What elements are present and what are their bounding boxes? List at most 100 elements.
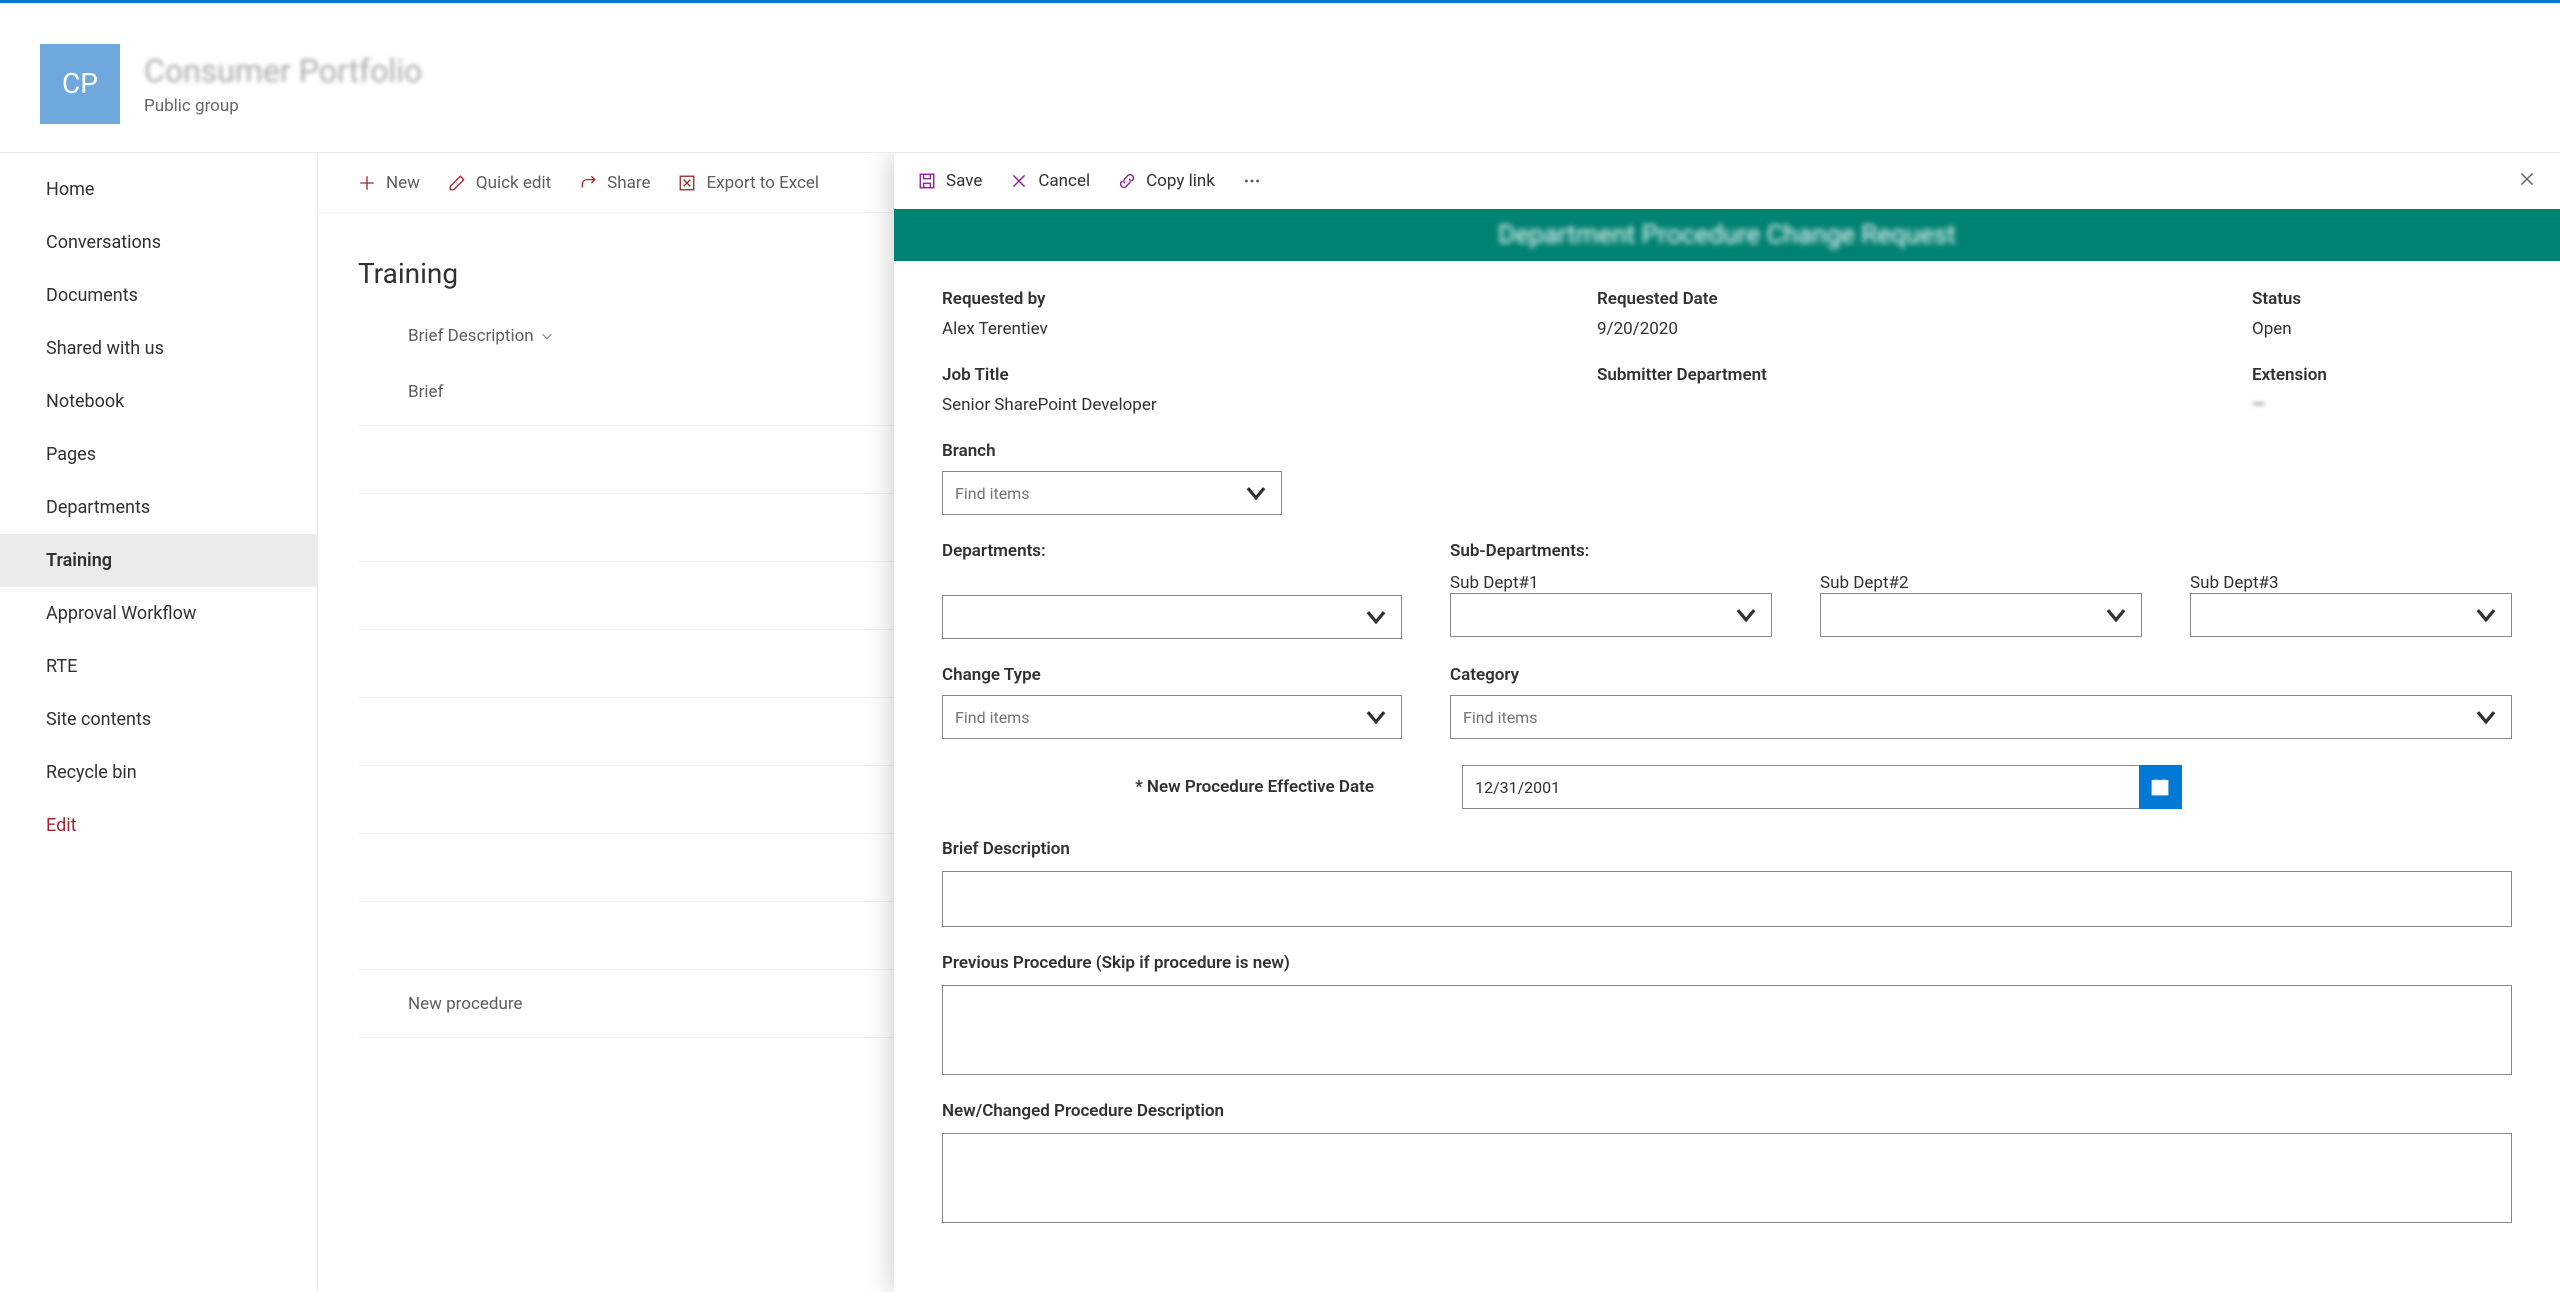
category-input[interactable] — [1463, 708, 2473, 727]
sub3-input[interactable] — [2203, 606, 2473, 625]
save-button[interactable]: Save — [918, 171, 982, 191]
more-button[interactable] — [1243, 172, 1261, 190]
sub3-label: Sub Dept#3 — [2190, 573, 2279, 593]
chevron-down-icon — [2103, 602, 2129, 628]
cancel-button[interactable]: Cancel — [1010, 171, 1090, 191]
chevron-down-icon — [540, 329, 554, 343]
submitter-dept-label: Submitter Department — [1597, 365, 2204, 385]
prev-proc-label: Previous Procedure (Skip if procedure is… — [942, 953, 2512, 973]
link-icon — [1118, 172, 1136, 190]
nav-rte[interactable]: RTE — [0, 640, 317, 693]
copy-link-button[interactable]: Copy link — [1118, 171, 1215, 191]
requested-date-label: Requested Date — [1597, 289, 2204, 309]
copy-label: Copy link — [1146, 171, 1215, 191]
requested-by-value: Alex Terentiev — [942, 319, 1549, 339]
nav-home[interactable]: Home — [0, 163, 317, 216]
panel-toolbar: Save Cancel Copy link — [894, 153, 2560, 209]
pencil-icon — [448, 174, 466, 192]
nav-approval[interactable]: Approval Workflow — [0, 587, 317, 640]
row-brief: New procedure — [408, 994, 522, 1014]
brief-desc-input[interactable] — [942, 871, 2512, 927]
excel-icon — [678, 174, 696, 192]
nav-documents[interactable]: Documents — [0, 269, 317, 322]
calendar-icon — [2150, 777, 2170, 797]
job-title-value: Senior SharePoint Developer — [942, 395, 1549, 415]
departments-label: Departments: — [942, 541, 1402, 561]
effective-date-label: * New Procedure Effective Date — [942, 777, 1402, 797]
nav-departments[interactable]: Departments — [0, 481, 317, 534]
requested-date-value: 9/20/2020 — [1597, 319, 2204, 339]
new-proc-input[interactable] — [942, 1133, 2512, 1223]
status-label: Status — [2252, 289, 2512, 309]
sub2-label: Sub Dept#2 — [1820, 573, 1909, 593]
quick-edit-button[interactable]: Quick edit — [448, 173, 551, 193]
sub1-input[interactable] — [1463, 606, 1733, 625]
nav-conversations[interactable]: Conversations — [0, 216, 317, 269]
category-label: Category — [1450, 665, 2512, 685]
export-button[interactable]: Export to Excel — [678, 173, 819, 193]
site-logo: CP — [40, 44, 120, 124]
change-type-combo[interactable] — [942, 695, 1402, 739]
new-label: New — [386, 173, 420, 193]
chevron-down-icon — [1243, 480, 1269, 506]
departments-input[interactable] — [955, 608, 1363, 627]
chevron-down-icon — [1363, 704, 1389, 730]
nav-shared[interactable]: Shared with us — [0, 322, 317, 375]
chevron-down-icon — [1733, 602, 1759, 628]
col-brief-label: Brief Description — [408, 326, 534, 346]
x-icon — [2518, 170, 2536, 188]
nav-notebook[interactable]: Notebook — [0, 375, 317, 428]
more-icon — [1243, 172, 1261, 190]
branch-combo[interactable] — [942, 471, 1282, 515]
branch-label: Branch — [942, 441, 2512, 461]
sub1-label: Sub Dept#1 — [1450, 573, 1539, 593]
branch-input[interactable] — [955, 484, 1243, 503]
extension-value: — — [2252, 395, 2512, 415]
site-subtitle: Public group — [144, 96, 422, 116]
quick-edit-label: Quick edit — [476, 173, 551, 193]
departments-combo[interactable] — [942, 595, 1402, 639]
change-type-label: Change Type — [942, 665, 1402, 685]
job-title-label: Job Title — [942, 365, 1549, 385]
quick-launch-nav: Home Conversations Documents Shared with… — [0, 159, 317, 852]
change-type-input[interactable] — [955, 708, 1363, 727]
sub-departments-label: Sub-Departments: — [1450, 541, 2512, 561]
nav-pages[interactable]: Pages — [0, 428, 317, 481]
chevron-down-icon — [2473, 704, 2499, 730]
date-picker-button[interactable] — [2139, 765, 2182, 809]
close-panel-button[interactable] — [2518, 170, 2536, 193]
nav-site-contents[interactable]: Site contents — [0, 693, 317, 746]
nav-training[interactable]: Training — [0, 534, 317, 587]
sub1-combo[interactable] — [1450, 593, 1772, 637]
effective-date-field[interactable] — [1462, 765, 2139, 809]
chevron-down-icon — [2473, 602, 2499, 628]
save-icon — [918, 172, 936, 190]
extension-label: Extension — [2252, 365, 2512, 385]
brief-desc-label: Brief Description — [942, 839, 2512, 859]
nav-edit[interactable]: Edit — [0, 799, 317, 852]
panel-banner: Department Procedure Change Request — [894, 209, 2560, 261]
category-combo[interactable] — [1450, 695, 2512, 739]
new-proc-label: New/Changed Procedure Description — [942, 1101, 2512, 1121]
sub3-combo[interactable] — [2190, 593, 2512, 637]
share-label: Share — [607, 173, 650, 193]
plus-icon — [358, 174, 376, 192]
banner-title: Department Procedure Change Request — [1498, 220, 1956, 250]
close-icon — [1010, 172, 1028, 190]
requested-by-label: Requested by — [942, 289, 1549, 309]
cancel-label: Cancel — [1038, 171, 1090, 191]
export-label: Export to Excel — [706, 173, 819, 193]
prev-proc-input[interactable] — [942, 985, 2512, 1075]
share-button[interactable]: Share — [579, 173, 650, 193]
site-title: Consumer Portfolio — [144, 52, 422, 90]
new-button[interactable]: New — [358, 173, 420, 193]
share-icon — [579, 174, 597, 192]
row-brief: Brief — [408, 382, 443, 402]
status-value: Open — [2252, 319, 2512, 339]
edit-panel: Save Cancel Copy link — [894, 153, 2560, 1292]
sub2-input[interactable] — [1833, 606, 2103, 625]
chevron-down-icon — [1363, 604, 1389, 630]
sub2-combo[interactable] — [1820, 593, 2142, 637]
nav-recycle[interactable]: Recycle bin — [0, 746, 317, 799]
effective-date-input[interactable] — [1475, 778, 2127, 797]
